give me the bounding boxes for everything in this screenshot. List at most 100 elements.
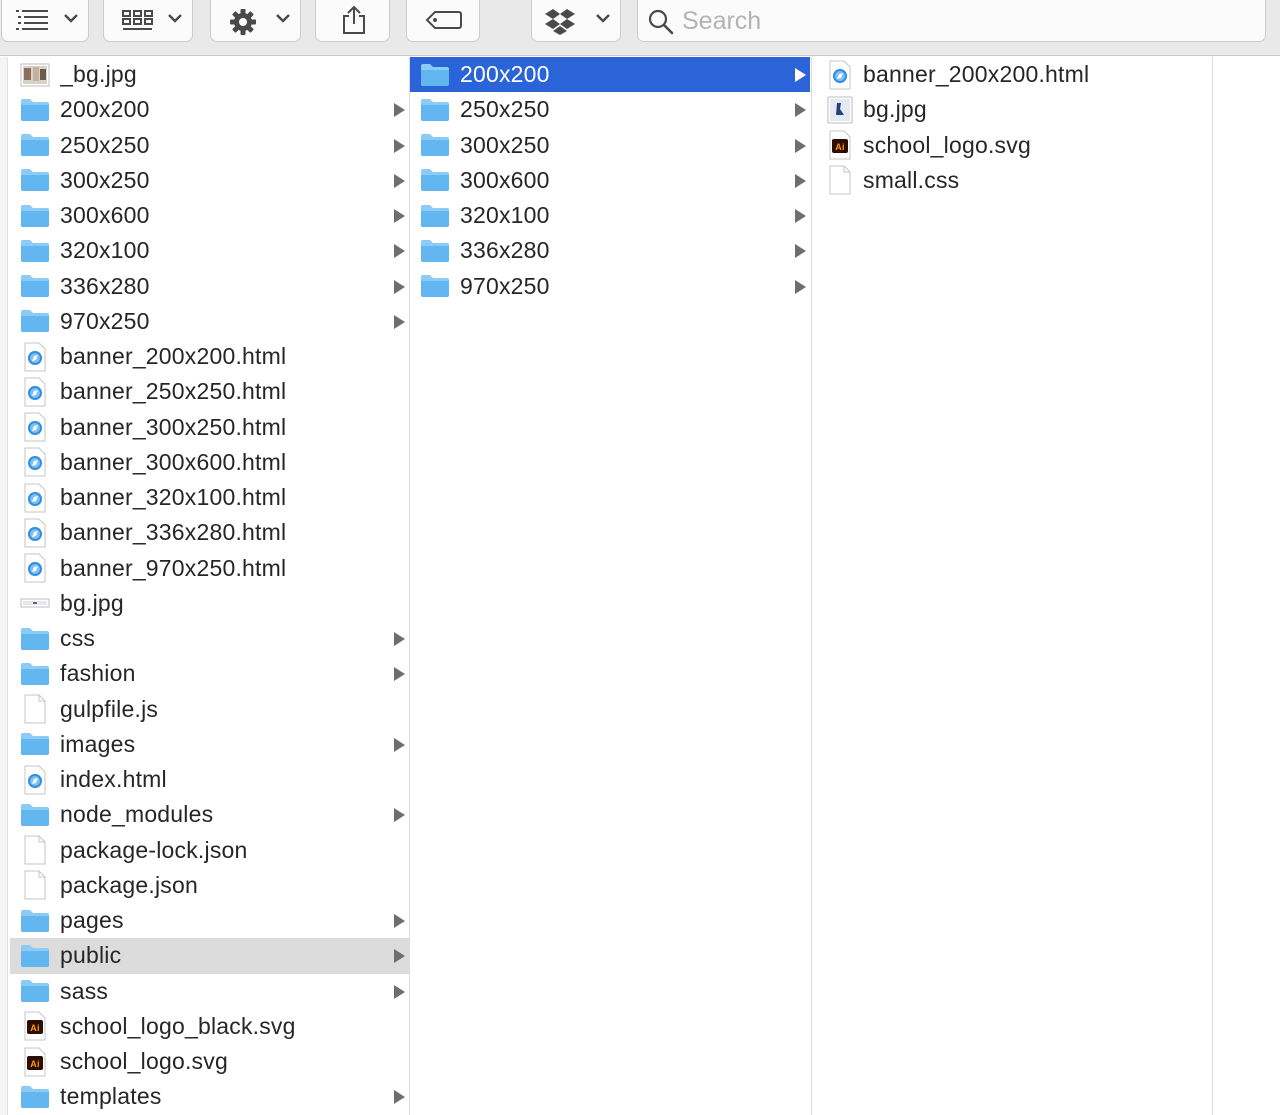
folder-row[interactable]: 200x200 [10,92,409,127]
chevron-down-icon [596,13,610,23]
disclosure-arrow-icon[interactable] [394,138,405,153]
disclosure-arrow-icon[interactable] [394,984,405,999]
item-name: 336x280 [460,237,550,264]
folder-row[interactable]: sass [10,974,409,1009]
item-name: package.json [60,871,198,898]
folder-row[interactable]: node_modules [10,797,409,832]
folder-row[interactable]: 320x100 [410,198,810,233]
folder-icon [20,130,50,160]
folder-row[interactable]: 300x250 [10,163,409,198]
disclosure-arrow-icon[interactable] [394,737,405,752]
disclosure-arrow-icon[interactable] [795,103,806,118]
disclosure-arrow-icon[interactable] [394,1090,405,1105]
folder-row[interactable]: fashion [10,656,409,691]
folder-row[interactable]: pages [10,903,409,938]
file-row[interactable]: package.json [10,868,409,903]
browser-column-2: 200x200 250x250 300x250 300x600 320x100 336x2… [410,57,810,1115]
folder-row[interactable]: templates [10,1079,409,1114]
disclosure-arrow-icon[interactable] [795,138,806,153]
folder-row[interactable]: 970x250 [10,304,409,339]
disclosure-arrow-icon[interactable] [795,209,806,223]
file-row[interactable]: banner_300x250.html [10,410,409,445]
search-field[interactable] [637,0,1266,42]
file-row[interactable]: index.html [10,762,409,797]
disclosure-arrow-icon[interactable] [394,314,405,329]
sidebar-edge[interactable] [0,57,8,1115]
folder-row[interactable]: images [10,727,409,762]
browser-column-3: banner_200x200.html bg.jpg Ai school_logo.s… [812,57,1212,1115]
file-row[interactable]: banner_336x280.html [10,515,409,550]
file-row[interactable]: gulpfile.js [10,692,409,727]
folder-row[interactable]: 300x600 [10,198,409,233]
file-row[interactable]: banner_320x100.html [10,480,409,515]
folder-row[interactable]: 200x200 [410,57,810,93]
folder-row[interactable]: css [10,621,409,656]
disclosure-arrow-icon[interactable] [394,808,405,823]
file-row[interactable]: banner_200x200.html [812,57,1212,92]
item-name: 300x600 [460,166,550,193]
disclosure-arrow-icon[interactable] [795,173,806,188]
item-name: index.html [60,766,167,793]
image-icon [825,95,855,125]
folder-row[interactable]: 336x280 [410,233,810,268]
item-name: 200x200 [460,61,550,88]
file-row[interactable]: banner_250x250.html [10,374,409,409]
folder-row[interactable]: 970x250 [410,269,810,304]
tags-button[interactable] [406,0,480,42]
folder-row[interactable]: 336x280 [10,269,409,304]
illustrator-file-icon: Ai [825,130,855,160]
disclosure-arrow-icon[interactable] [795,244,806,259]
image-icon [20,588,50,618]
folder-row[interactable]: 300x250 [410,128,810,163]
folder-row[interactable]: 300x600 [410,163,810,198]
disclosure-arrow-icon[interactable] [394,279,405,294]
list-view-button[interactable] [1,0,89,42]
chevron-down-icon [64,13,78,23]
disclosure-arrow-icon[interactable] [394,667,405,682]
file-row[interactable]: banner_300x600.html [10,445,409,480]
folder-icon [20,659,50,689]
action-button[interactable] [210,0,301,42]
item-name: fashion [60,660,136,687]
disclosure-arrow-icon[interactable] [394,914,405,928]
document-icon [20,694,50,724]
disclosure-arrow-icon[interactable] [795,68,806,82]
item-name: 250x250 [460,96,550,123]
folder-row[interactable]: 250x250 [10,128,409,163]
disclosure-arrow-icon[interactable] [394,103,405,118]
file-row[interactable]: banner_200x200.html [10,339,409,374]
grid-view-icon [122,10,154,32]
disclosure-arrow-icon[interactable] [394,209,405,223]
file-row[interactable]: bg.jpg [812,92,1212,127]
folder-icon [20,1082,50,1112]
folder-row[interactable]: 320x100 [10,233,409,268]
file-row[interactable]: Ai school_logo.svg [812,128,1212,163]
file-row[interactable]: Ai school_logo.svg [10,1044,409,1079]
search-input[interactable] [682,6,1242,36]
item-name: public [60,942,122,969]
folder-row[interactable]: 250x250 [410,92,810,127]
file-row[interactable]: Ai school_logo_black.svg [10,1009,409,1044]
item-name: 300x600 [60,202,150,229]
column-divider[interactable] [1212,57,1213,1115]
file-row[interactable]: small.css [812,163,1212,198]
folder-icon [420,271,450,301]
disclosure-arrow-icon[interactable] [394,949,405,964]
file-row[interactable]: package-lock.json [10,833,409,868]
chevron-down-icon [168,13,182,23]
item-name: bg.jpg [863,96,927,123]
item-name: bg.jpg [60,589,124,616]
share-button[interactable] [315,0,390,42]
dropbox-button[interactable] [531,0,621,42]
disclosure-arrow-icon[interactable] [394,173,405,188]
disclosure-arrow-icon[interactable] [795,279,806,294]
folder-icon [20,236,50,266]
folder-row[interactable]: public [10,938,409,974]
item-name: _bg.jpg [60,61,137,88]
disclosure-arrow-icon[interactable] [394,632,405,646]
file-row[interactable]: _bg.jpg [10,57,409,92]
file-row[interactable]: banner_970x250.html [10,551,409,586]
disclosure-arrow-icon[interactable] [394,244,405,259]
group-by-button[interactable] [103,0,193,42]
file-row[interactable]: bg.jpg [10,586,409,621]
